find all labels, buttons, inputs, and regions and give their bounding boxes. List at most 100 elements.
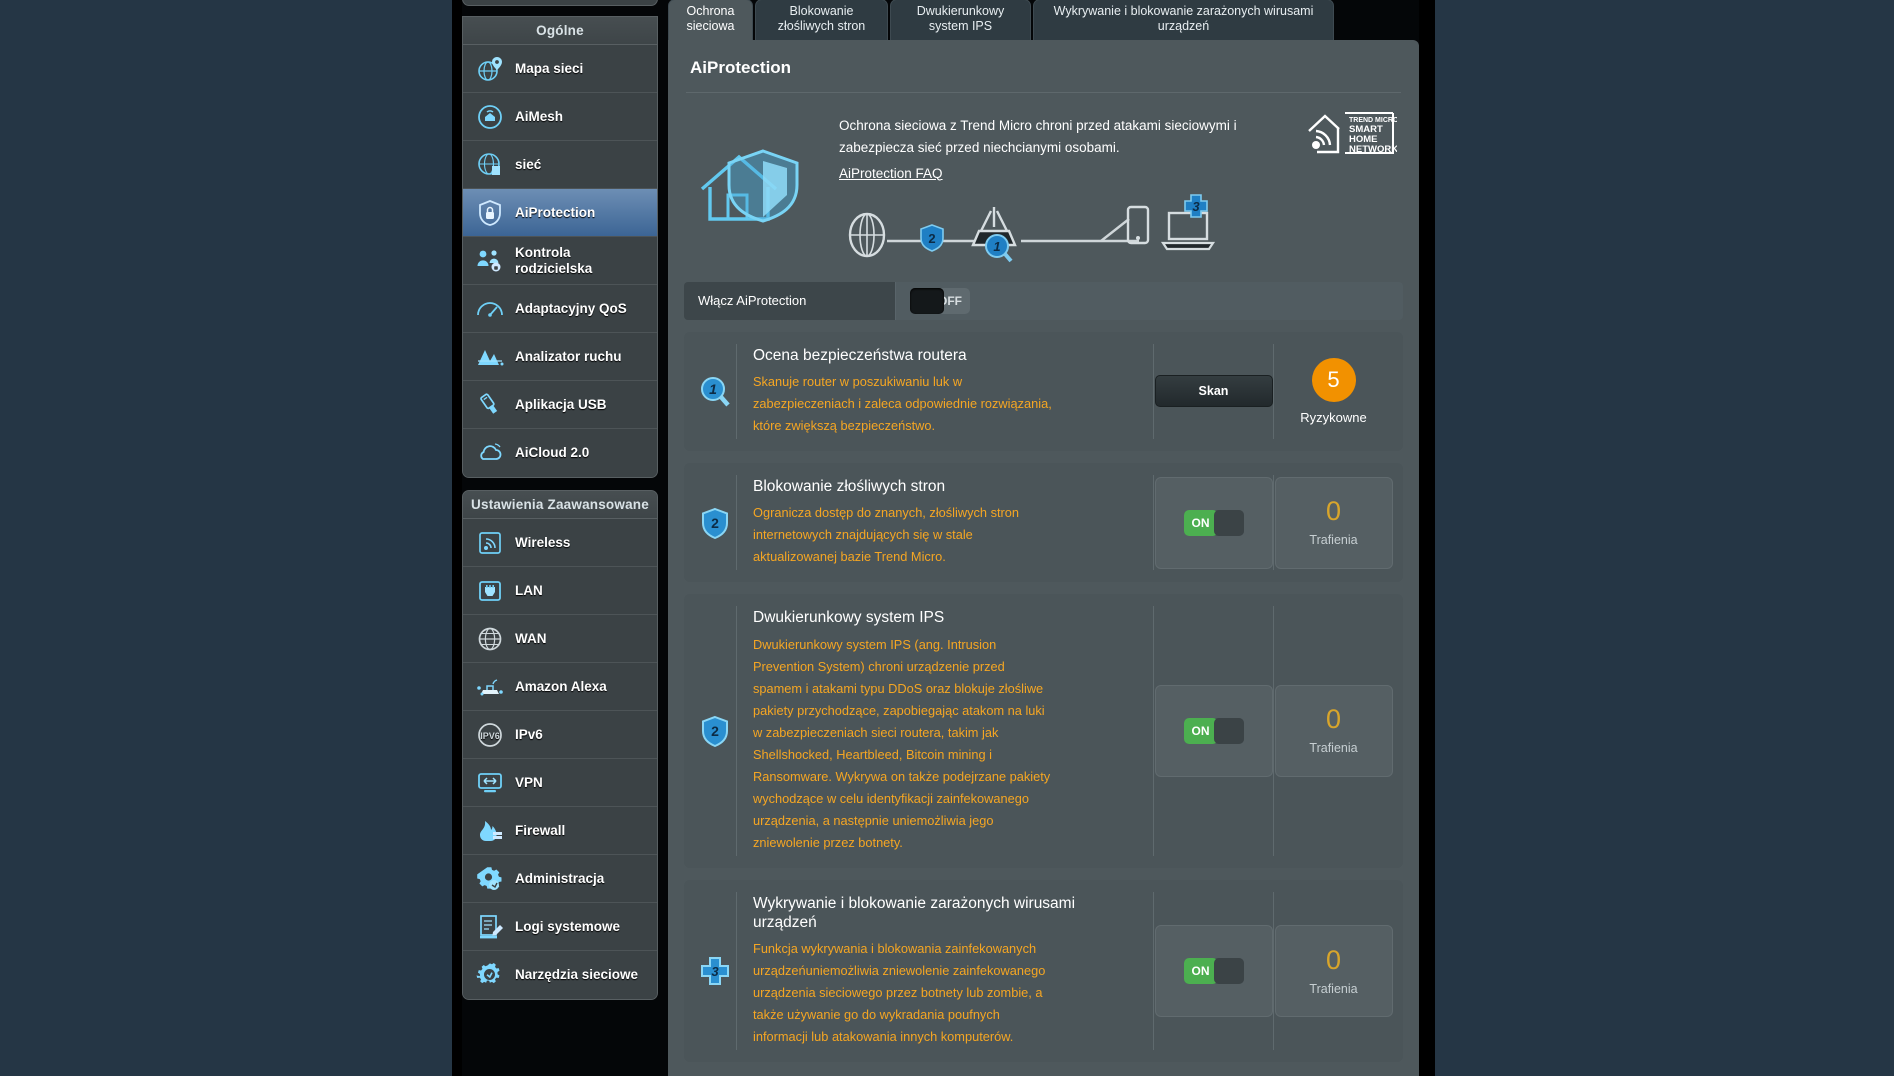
cloud-icon xyxy=(475,438,505,468)
sidebar-item-parental-control[interactable]: Kontrola rodzicielska xyxy=(463,237,657,285)
house-shield-illustration xyxy=(684,107,839,268)
sidebar-item-traffic-analyzer[interactable]: Analizator ruchu xyxy=(463,333,657,381)
enable-aiprotection-toggle[interactable]: OFF xyxy=(910,287,970,314)
sidebar-item-ipv6[interactable]: IPV6 IPv6 xyxy=(463,711,657,759)
left-black-band xyxy=(452,0,462,1076)
hits-tile: 0 Trafienia xyxy=(1274,684,1393,777)
sidebar-item-vpn[interactable]: VPN xyxy=(463,759,657,807)
system-log-icon xyxy=(475,912,505,942)
card-body: Blokowanie złośliwych stron Ogranicza do… xyxy=(736,474,1153,571)
sidebar-item-label: Administracja xyxy=(515,870,605,886)
sidebar-item-wan[interactable]: WAN xyxy=(463,615,657,663)
sidebar-item-label: Aplikacja USB xyxy=(515,396,607,412)
card-title: Ocena bezpieczeństwa routera xyxy=(753,346,967,364)
sidebar-item-label: VPN xyxy=(515,774,543,790)
tab-malicious-site-blocking[interactable]: Blokowanie złośliwych stron xyxy=(755,0,888,40)
card-description: Skanuje router w poszukiwaniu luk w zabe… xyxy=(753,373,1052,433)
tab-infected-device-prevention[interactable]: Wykrywanie i blokowanie zarażonych wirus… xyxy=(1033,0,1334,40)
infected-device-prevention-toggle[interactable]: ON xyxy=(1183,958,1244,985)
sidebar-item-label: AiProtection xyxy=(515,204,596,220)
toggle-knob xyxy=(910,287,944,314)
wireless-icon xyxy=(475,528,505,558)
sidebar-item-wireless[interactable]: Wireless xyxy=(463,519,657,567)
hits-count: 0 xyxy=(1325,496,1342,527)
sidebar-top-cutoff-panel xyxy=(462,0,658,6)
svg-text:IPV6: IPV6 xyxy=(480,731,500,741)
card-action: ON xyxy=(1153,474,1273,571)
svg-text:3: 3 xyxy=(1192,199,1200,214)
scan-button[interactable]: Skan xyxy=(1154,375,1273,408)
vpn-icon xyxy=(475,768,505,798)
card-title: Dwukierunkowy system IPS xyxy=(753,609,945,627)
hero-section: Ochrona sieciowa z Trend Micro chroni pr… xyxy=(668,93,1419,274)
card-title: Blokowanie złośliwych stron xyxy=(753,477,946,495)
card-action: Skan xyxy=(1153,343,1273,439)
card-description: Funkcja wykrywania i blokowania zainfeko… xyxy=(753,941,1046,1045)
alexa-icon xyxy=(475,672,505,702)
card-description: Ogranicza dostęp do znanych, złośliwych … xyxy=(753,505,1020,565)
sidebar-item-network-tools[interactable]: Narzędzia sieciowe xyxy=(463,951,657,999)
page-title: AiProtection xyxy=(690,58,792,77)
trend-micro-logo: TREND MICRO® SMART HOME NETWORK xyxy=(1305,109,1404,166)
card-score: 5 Ryzykowne xyxy=(1273,343,1393,439)
sidebar-item-aiprotection[interactable]: AiProtection xyxy=(463,189,657,237)
sidebar-item-label: Analizator ruchu xyxy=(515,348,622,364)
card-hits: 0 Trafienia xyxy=(1273,606,1393,856)
svg-text:3: 3 xyxy=(711,964,719,979)
security-score-circle: 5 xyxy=(1311,357,1356,402)
sidebar-item-amazon-alexa[interactable]: Amazon Alexa xyxy=(463,663,657,711)
svg-text:NETWORK: NETWORK xyxy=(1349,144,1397,155)
aimesh-icon xyxy=(475,102,505,132)
svg-text:TREND MICRO®: TREND MICRO® xyxy=(1349,116,1397,124)
card-infected-device-prevention: 3 Wykrywanie i blokowanie zarażonych wir… xyxy=(684,879,1403,1063)
network-map-icon xyxy=(475,54,505,84)
toggle-state-label: ON xyxy=(1191,515,1210,530)
sidebar-item-network-map[interactable]: Mapa sieci xyxy=(463,45,657,93)
sidebar-item-label: Kontrola rodzicielska xyxy=(515,244,593,276)
parental-control-icon xyxy=(475,246,505,276)
sidebar-item-usb-application[interactable]: Aplikacja USB xyxy=(463,381,657,429)
sidebar-item-aicloud[interactable]: AiCloud 2.0 xyxy=(463,429,657,477)
sidebar-item-label: Mapa sieci xyxy=(515,60,584,76)
hits-count: 0 xyxy=(1325,944,1342,975)
tab-two-way-ips[interactable]: Dwukierunkowy system IPS xyxy=(890,0,1031,40)
guest-network-icon xyxy=(475,150,505,180)
card-router-security-assessment: 1 Ocena bezpieczeństwa routera Skanuje r… xyxy=(684,331,1403,451)
two-way-ips-toggle[interactable]: ON xyxy=(1183,717,1244,744)
sidebar-item-guest-network[interactable]: sieć xyxy=(463,141,657,189)
network-diagram: 2 1 3 xyxy=(839,193,1403,268)
sidebar-item-label: Adaptacyjny QoS xyxy=(515,300,627,316)
sidebar-item-administration[interactable]: Administracja xyxy=(463,855,657,903)
sidebar-item-system-log[interactable]: Logi systemowe xyxy=(463,903,657,951)
malicious-site-blocking-toggle[interactable]: ON xyxy=(1183,509,1244,536)
svg-text:1: 1 xyxy=(709,381,717,397)
sidebar-item-adaptive-qos[interactable]: Adaptacyjny QoS xyxy=(463,285,657,333)
sidebar: Ogólne Mapa sieci AiMesh sieć AiProtecti… xyxy=(462,0,658,1076)
sidebar-item-label: Narzędzia sieciowe xyxy=(515,967,639,983)
sidebar-item-label: LAN xyxy=(515,582,543,598)
tab-bar: Ochrona sieciowa Blokowanie złośliwych s… xyxy=(668,0,1419,40)
toggle-fill: ON xyxy=(1183,958,1218,985)
card-body: Wykrywanie i blokowanie zarażonych wirus… xyxy=(736,891,1153,1051)
hits-label: Trafienia xyxy=(1309,533,1358,548)
right-black-band xyxy=(1419,0,1435,1076)
sidebar-advanced-header: Ustawienia Zaawansowane xyxy=(463,491,657,519)
sidebar-item-label: IPv6 xyxy=(515,726,543,742)
card-malicious-site-blocking: 2 Blokowanie złośliwych stron Ogranicza … xyxy=(684,462,1403,583)
toggle-state-label: ON xyxy=(1191,723,1210,738)
sidebar-item-label: WAN xyxy=(515,630,547,646)
sidebar-item-lan[interactable]: LAN xyxy=(463,567,657,615)
svg-text:1: 1 xyxy=(993,239,1000,254)
aiprotection-faq-link[interactable]: AiProtection FAQ xyxy=(839,166,943,181)
globe-icon xyxy=(475,624,505,654)
sidebar-item-aimesh[interactable]: AiMesh xyxy=(463,93,657,141)
tab-network-protection[interactable]: Ochrona sieciowa xyxy=(668,0,753,40)
sidebar-item-label: Amazon Alexa xyxy=(515,678,607,694)
lan-port-icon xyxy=(475,576,505,606)
sidebar-general-panel: Ogólne Mapa sieci AiMesh sieć AiProtecti… xyxy=(462,16,658,478)
card-action: ON xyxy=(1153,606,1273,856)
sidebar-item-firewall[interactable]: Firewall xyxy=(463,807,657,855)
sidebar-item-label: AiMesh xyxy=(515,108,564,124)
toggle-tile: ON xyxy=(1154,684,1273,777)
card-description: Dwukierunkowy system IPS (ang. Intrusion… xyxy=(753,636,1051,850)
